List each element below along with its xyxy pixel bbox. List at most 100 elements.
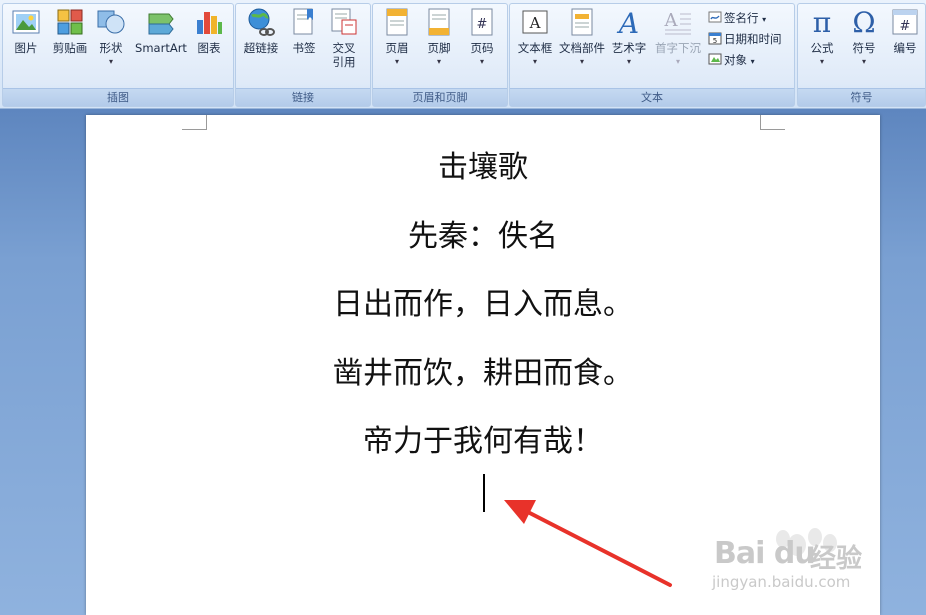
- textbox-icon: A: [522, 10, 548, 34]
- page-number-label: 页码: [470, 41, 494, 55]
- crossref-button[interactable]: 交叉 引用: [324, 6, 364, 69]
- wordart-icon: A: [616, 7, 639, 38]
- symbol-dropdown-icon[interactable]: ▾: [844, 57, 884, 67]
- quickparts-dropdown-icon[interactable]: ▾: [557, 57, 607, 67]
- footer-dropdown-icon[interactable]: ▾: [419, 57, 459, 67]
- clipart-icon: [57, 9, 83, 35]
- crossref-icon: [331, 8, 357, 35]
- margin-corner-left: [182, 115, 207, 130]
- dropcap-dropdown-icon[interactable]: ▾: [652, 57, 704, 67]
- clipart-label: 剪贴画: [52, 41, 88, 55]
- calendar-icon: 5: [708, 32, 722, 45]
- group-text: A 文本框 ▾ 文档部件 ▾ A 艺术字 ▾ A 首字下沉 ▾ 签名行 ▾ 5 …: [509, 3, 795, 107]
- svg-text:5: 5: [713, 37, 717, 45]
- group-links: 超链接 书签 交叉 引用 链接: [235, 3, 371, 107]
- svg-text:#: #: [477, 17, 488, 32]
- signature-icon: [708, 11, 722, 23]
- picture-icon: [12, 10, 40, 34]
- signature-line-button[interactable]: 签名行 ▾: [708, 9, 766, 28]
- equation-dropdown-icon[interactable]: ▾: [802, 57, 842, 67]
- group-symbols: π 公式 ▾ Ω 符号 ▾ # 编号 符号: [797, 3, 926, 107]
- footer-label: 页脚: [427, 41, 451, 55]
- hyperlink-label: 超链接: [243, 41, 279, 55]
- group-label-header-footer: 页眉和页脚: [373, 88, 507, 106]
- shapes-icon: [97, 10, 125, 34]
- bookmark-label: 书签: [292, 41, 316, 55]
- equation-button[interactable]: π 公式 ▾: [802, 6, 842, 67]
- datetime-label: 日期和时间: [724, 32, 782, 46]
- textbox-dropdown-icon[interactable]: ▾: [513, 57, 557, 67]
- dropcap-button[interactable]: A 首字下沉 ▾: [652, 6, 704, 67]
- header-icon: [386, 8, 408, 36]
- smartart-label: SmartArt: [135, 41, 187, 55]
- chart-label: 图表: [197, 41, 221, 55]
- smartart-button[interactable]: SmartArt: [131, 6, 191, 55]
- picture-button[interactable]: 图片: [6, 6, 46, 55]
- poem-author: 先秦：佚名: [408, 219, 558, 254]
- poem-line-1: 日出而作，日入而息。: [333, 287, 633, 322]
- quickparts-button[interactable]: 文档部件 ▾: [557, 6, 607, 67]
- object-dropdown-icon[interactable]: ▾: [751, 57, 755, 66]
- signature-label: 签名行: [724, 11, 759, 25]
- bookmark-button[interactable]: 书签: [284, 6, 324, 55]
- omega-icon: Ω: [852, 6, 875, 38]
- svg-text:A: A: [616, 7, 639, 38]
- poem-title: 击壤歌: [438, 150, 528, 185]
- page-number-icon: #: [471, 8, 493, 36]
- quickparts-label: 文档部件: [559, 41, 605, 55]
- shapes-button[interactable]: 形状 ▾: [91, 6, 131, 67]
- wordart-button[interactable]: A 艺术字 ▾: [608, 6, 650, 67]
- ribbon: 图片 剪贴画 形状 ▾ SmartArt 图表 插图 超链接 书签 交叉 引用 …: [0, 0, 926, 109]
- signature-dropdown-icon[interactable]: ▾: [762, 15, 766, 24]
- poem-line-3: 帝力于我何有哉！: [363, 424, 603, 459]
- svg-text:Ω: Ω: [852, 6, 875, 38]
- group-header-footer: 页眉 ▾ 页脚 ▾ # 页码 ▾ 页眉和页脚: [372, 3, 508, 107]
- wordart-label: 艺术字: [611, 41, 647, 55]
- symbol-label: 符号: [852, 41, 876, 55]
- margin-corner-right: [760, 115, 785, 130]
- header-label: 页眉: [385, 41, 409, 55]
- group-illustrations: 图片 剪贴画 形状 ▾ SmartArt 图表 插图: [2, 3, 234, 107]
- watermark-url: jingyan.baidu.com: [712, 573, 851, 591]
- quickparts-icon: [571, 8, 593, 36]
- header-dropdown-icon[interactable]: ▾: [377, 57, 417, 67]
- hyperlink-button[interactable]: 超链接: [239, 6, 283, 55]
- crossref-label-line2: 引用: [332, 55, 356, 69]
- dropcap-icon: A: [664, 10, 691, 35]
- header-button[interactable]: 页眉 ▾: [377, 6, 417, 67]
- crossref-label-line1: 交叉: [332, 41, 356, 55]
- svg-text:A: A: [664, 10, 679, 31]
- object-icon: [708, 53, 722, 65]
- clipart-button[interactable]: 剪贴画: [47, 6, 93, 55]
- page-number-dropdown-icon[interactable]: ▾: [462, 57, 502, 67]
- svg-text:A: A: [529, 14, 541, 32]
- textbox-label: 文本框: [517, 41, 553, 55]
- footer-button[interactable]: 页脚 ▾: [419, 6, 459, 67]
- svg-text:#: #: [900, 19, 911, 34]
- text-cursor: [483, 474, 485, 512]
- wordart-dropdown-icon[interactable]: ▾: [608, 57, 650, 67]
- group-label-text: 文本: [510, 88, 794, 106]
- group-label-illustrations: 插图: [3, 88, 233, 106]
- numbering-icon: #: [892, 9, 918, 35]
- watermark-brand: Bai du: [714, 536, 816, 571]
- group-label-symbols: 符号: [798, 88, 925, 106]
- picture-label: 图片: [14, 41, 38, 55]
- textbox-button[interactable]: A 文本框 ▾: [513, 6, 557, 67]
- datetime-button[interactable]: 5 日期和时间: [708, 30, 782, 49]
- object-button[interactable]: 对象 ▾: [708, 51, 755, 70]
- chart-icon: [197, 12, 222, 34]
- annotation-arrow: [504, 500, 672, 587]
- shapes-dropdown-icon[interactable]: ▾: [91, 57, 131, 67]
- bookmark-icon: [293, 8, 313, 35]
- symbol-button[interactable]: Ω 符号 ▾: [844, 6, 884, 67]
- page-number-button[interactable]: # 页码 ▾: [462, 6, 502, 67]
- numbering-label: 编号: [893, 41, 917, 55]
- object-label: 对象: [724, 53, 747, 67]
- chart-button[interactable]: 图表: [189, 6, 229, 55]
- poem-line-2: 凿井而饮，耕田而食。: [333, 356, 633, 391]
- numbering-button[interactable]: # 编号: [885, 6, 925, 55]
- pi-icon: π: [813, 6, 831, 38]
- shapes-label: 形状: [99, 41, 123, 55]
- hyperlink-icon: [248, 8, 275, 36]
